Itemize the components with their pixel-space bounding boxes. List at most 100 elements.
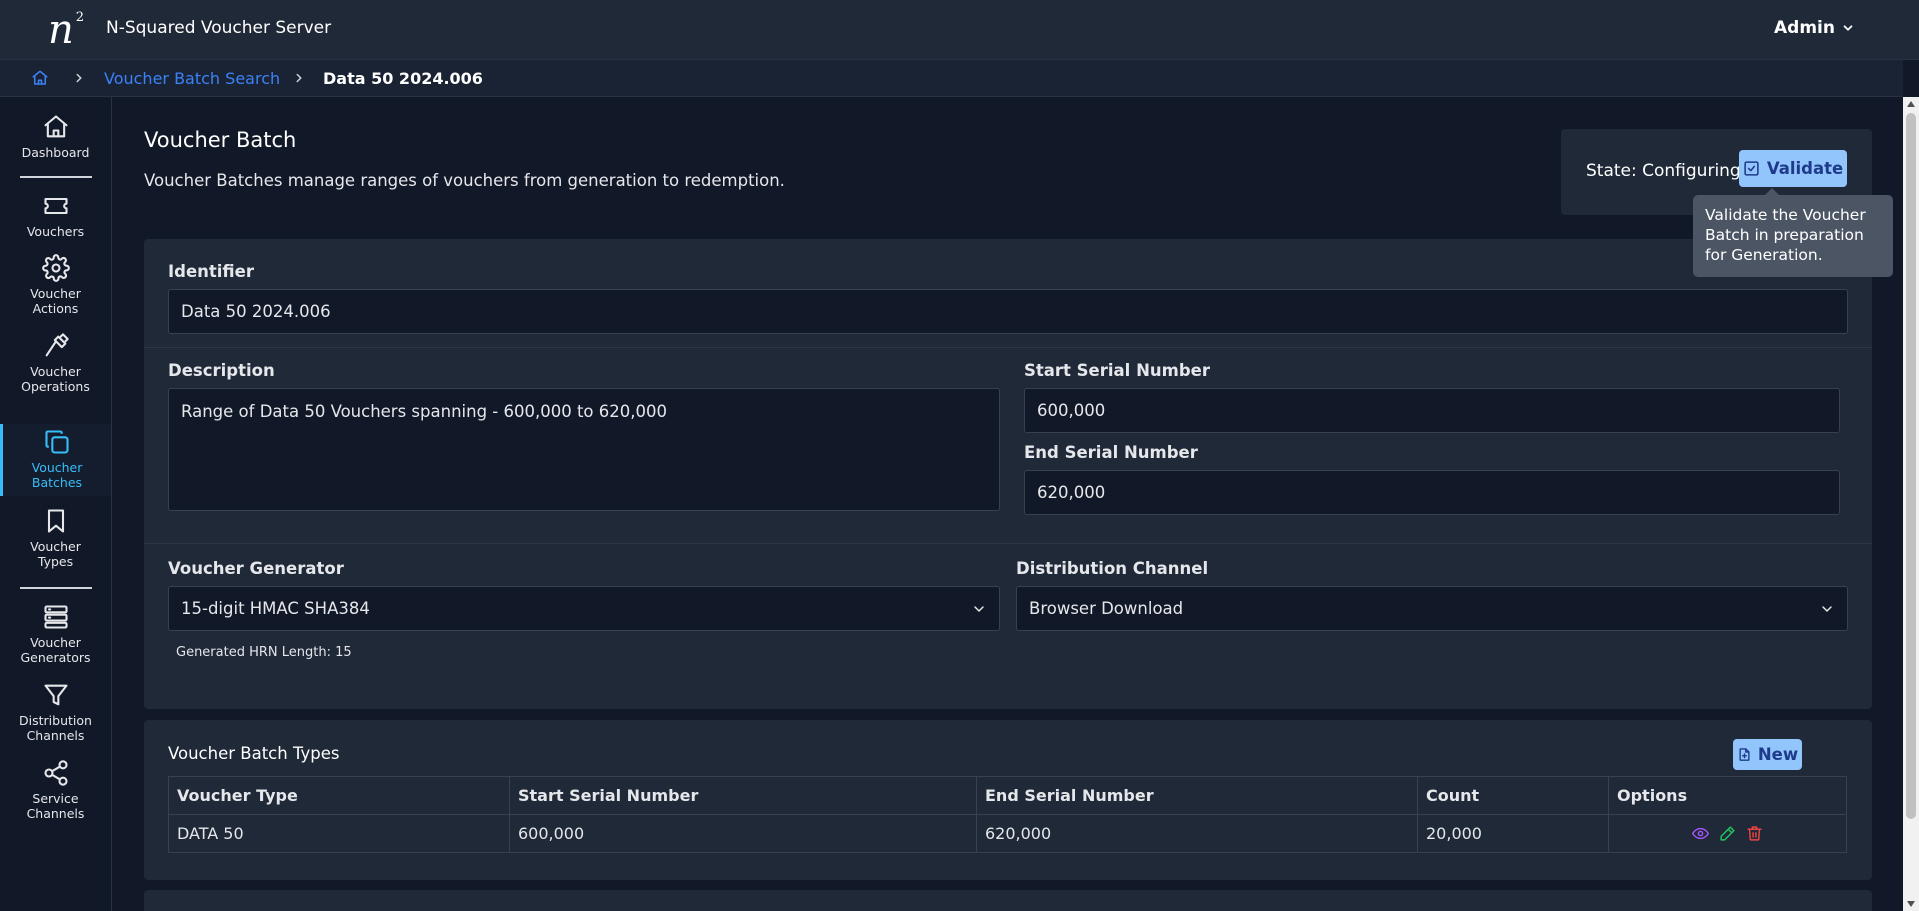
home-icon[interactable] <box>31 69 49 87</box>
sidebar-item-voucher-operations[interactable]: Voucher Operations <box>0 332 111 394</box>
file-plus-icon <box>1739 748 1750 761</box>
tooltip-text: Validate the Voucher Batch in preparatio… <box>1705 206 1866 264</box>
sidebar-item-label: Distribution Channels <box>19 713 92 743</box>
voucher-generator-label: Voucher Generator <box>168 559 344 578</box>
sidebar-item-label: Voucher Batches <box>31 460 83 490</box>
validate-button-label: Validate <box>1766 159 1844 178</box>
distribution-channel-label: Distribution Channel <box>1016 559 1209 578</box>
sidebar-item-label: Voucher Operations <box>21 364 90 394</box>
server-icon <box>43 605 68 629</box>
sidebar-item-label: Voucher Types <box>30 539 81 569</box>
identifier-input[interactable]: Data 50 2024.006 <box>168 289 1848 334</box>
cell-end-serial: 620,000 <box>976 814 1418 853</box>
table-header-row: Voucher Type Start Serial Number End Ser… <box>168 776 1847 815</box>
state-label: State: Configuring <box>1586 161 1741 181</box>
cell-voucher-type: DATA 50 <box>168 814 510 853</box>
page-scrollbar[interactable] <box>1903 97 1919 911</box>
end-serial-input[interactable]: 620,000 <box>1024 470 1840 515</box>
voucher-batch-types-panel: Voucher Batch Types New Voucher Type Sta… <box>144 720 1872 880</box>
chevron-down-icon <box>974 605 984 612</box>
sidebar-item-label: Voucher Actions <box>30 286 81 316</box>
scroll-down-arrow[interactable] <box>1907 901 1915 907</box>
identifier-label: Identifier <box>168 262 254 281</box>
breadcrumb-current: Data 50 2024.006 <box>323 69 483 88</box>
cell-options <box>1608 814 1847 853</box>
cell-count: 20,000 <box>1417 814 1609 853</box>
eye-icon <box>1692 827 1709 840</box>
voucher-batch-form: Identifier Data 50 2024.006 Description … <box>144 239 1872 709</box>
cell-start-serial: 600,000 <box>509 814 977 853</box>
page-title: Voucher Batch <box>144 128 297 152</box>
admin-menu[interactable]: Admin <box>1774 18 1855 38</box>
gear-icon <box>41 254 70 282</box>
next-section-panel <box>144 890 1872 911</box>
checkbox-icon <box>1744 161 1759 176</box>
sidebar-divider <box>20 176 92 178</box>
divider <box>144 347 1872 348</box>
share-icon <box>43 760 68 786</box>
trash-icon <box>1747 826 1762 841</box>
delete-button[interactable] <box>1746 825 1763 842</box>
validate-button[interactable]: Validate <box>1739 150 1847 187</box>
view-button[interactable] <box>1692 825 1709 842</box>
description-label: Description <box>168 361 275 380</box>
main-content: Voucher Batch Voucher Batches manage ran… <box>112 97 1903 911</box>
breadcrumb-link-batch-search[interactable]: Voucher Batch Search <box>104 69 280 88</box>
pencil-icon <box>1720 826 1735 841</box>
column-header[interactable]: Start Serial Number <box>509 776 977 815</box>
admin-menu-label: Admin <box>1774 18 1835 38</box>
column-header: Options <box>1608 776 1847 815</box>
sidebar-item-distribution-channels[interactable]: Distribution Channels <box>0 681 111 743</box>
sidebar-item-service-channels[interactable]: Service Channels <box>0 759 111 821</box>
page-subtitle: Voucher Batches manage ranges of voucher… <box>144 171 785 190</box>
copy-icon <box>45 430 69 454</box>
validate-tooltip: Validate the Voucher Batch in preparatio… <box>1693 188 1893 277</box>
ticket-icon <box>43 197 68 215</box>
description-textarea[interactable]: Range of Data 50 Vouchers spanning - 600… <box>168 388 1000 511</box>
scroll-thumb[interactable] <box>1906 113 1916 819</box>
sidebar: Dashboard Vouchers Voucher Actions Vouch… <box>0 97 112 911</box>
sidebar-item-voucher-batches[interactable]: Voucher Batches <box>0 424 111 496</box>
app-title: N-Squared Voucher Server <box>106 18 332 38</box>
tooltip-arrow <box>1765 188 1779 195</box>
divider <box>144 543 1872 544</box>
chevron-right-icon <box>296 73 302 83</box>
chevron-down-icon <box>1843 25 1853 31</box>
generator-hint: Generated HRN Length: 15 <box>176 645 352 660</box>
sidebar-item-voucher-generators[interactable]: Voucher Generators <box>0 603 111 665</box>
distribution-channel-select[interactable]: Browser Download <box>1016 586 1848 631</box>
hammer-icon <box>45 333 69 357</box>
sidebar-item-voucher-types[interactable]: Voucher Types <box>0 507 111 569</box>
column-header[interactable]: End Serial Number <box>976 776 1418 815</box>
sidebar-item-vouchers[interactable]: Vouchers <box>0 192 111 239</box>
filter-icon <box>43 684 68 706</box>
voucher-generator-select[interactable]: 15-digit HMAC SHA384 <box>168 586 1000 631</box>
breadcrumb: Voucher Batch Search Data 50 2024.006 <box>0 60 1903 97</box>
sidebar-divider <box>20 587 92 589</box>
table-row: DATA 50 600,000 620,000 20,000 <box>168 814 1847 853</box>
start-serial-input[interactable]: 600,000 <box>1024 388 1840 433</box>
home-icon <box>43 115 68 138</box>
distribution-channel-value: Browser Download <box>1029 599 1184 618</box>
chevron-down-icon <box>1822 605 1832 612</box>
top-bar: n 2 N-Squared Voucher Server Admin <box>0 0 1919 60</box>
batch-types-table: Voucher Type Start Serial Number End Ser… <box>168 776 1847 853</box>
sidebar-item-label: Service Channels <box>26 791 85 821</box>
sidebar-item-voucher-actions[interactable]: Voucher Actions <box>0 254 111 316</box>
chevron-right-icon <box>76 73 82 83</box>
voucher-generator-value: 15-digit HMAC SHA384 <box>181 599 370 618</box>
new-batch-type-button[interactable]: New <box>1733 739 1802 770</box>
sidebar-item-label: Voucher Generators <box>20 635 91 665</box>
bookmark-icon <box>47 509 64 533</box>
logo[interactable]: n 2 <box>48 8 84 52</box>
sidebar-item-label: Dashboard <box>21 145 90 160</box>
column-header[interactable]: Count <box>1417 776 1609 815</box>
edit-button[interactable] <box>1719 825 1736 842</box>
new-button-label: New <box>1757 745 1799 764</box>
batch-types-title: Voucher Batch Types <box>168 744 340 763</box>
sidebar-item-dashboard[interactable]: Dashboard <box>0 113 111 160</box>
scroll-up-arrow[interactable] <box>1907 101 1915 107</box>
start-serial-label: Start Serial Number <box>1024 361 1210 380</box>
column-header[interactable]: Voucher Type <box>168 776 510 815</box>
end-serial-label: End Serial Number <box>1024 443 1198 462</box>
